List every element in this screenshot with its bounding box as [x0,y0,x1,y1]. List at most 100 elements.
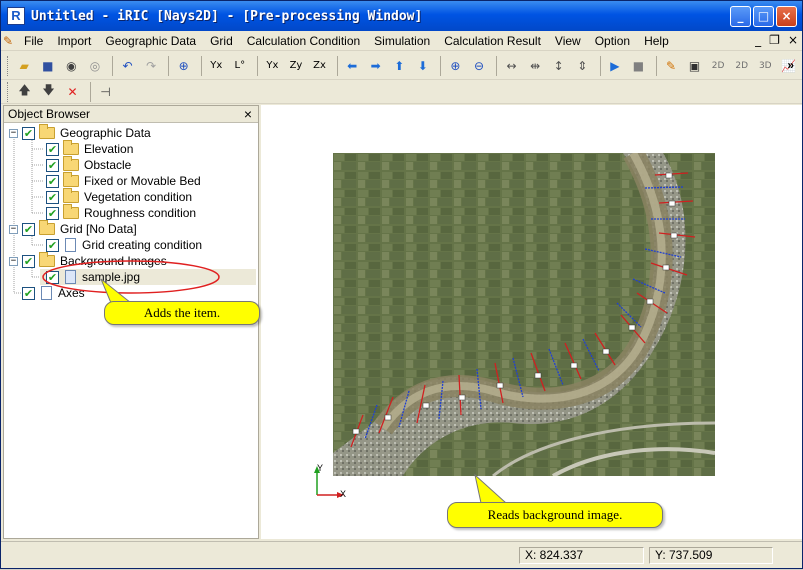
toolbar-gripper [7,81,10,102]
menu-calculation-condition[interactable]: Calculation Condition [240,34,367,48]
tree-node[interactable]: − ✔ Grid [No Data] [9,220,137,237]
preprocessor-window-icon[interactable]: ▣ [684,55,705,76]
view-2d-icon[interactable]: 2D [708,55,729,76]
tree-checkbox[interactable]: ✔ [22,254,35,268]
move-up-icon[interactable]: 🡅 [14,81,35,102]
toolbar-separator [112,55,114,76]
delete-icon[interactable]: ✕ [62,81,83,102]
expand-vertical-icon[interactable]: ↕ [548,55,569,76]
zoom-icon[interactable]: ⊕ [173,55,194,76]
flip-x-icon[interactable]: Yx [206,55,227,76]
menu-grid[interactable]: Grid [203,34,240,48]
view-zx-icon[interactable]: Zx [309,55,330,76]
tree-checkbox[interactable]: ✔ [46,174,59,188]
menu-import[interactable]: Import [50,34,98,48]
shrink-vertical-icon[interactable]: ⇕ [572,55,593,76]
view-zy-icon[interactable]: Zy [286,55,307,76]
tree-node[interactable]: − ✔ Background Images [9,252,167,269]
close-button[interactable]: × [776,6,797,27]
disc-icon[interactable]: ◎ [85,55,106,76]
y-coordinate-readout: Y: 737.509 [649,547,773,564]
main-toolbar: ▰ ■ ◉ ◎ ↶ ↷ ⊕ Yx L° Yx Zy Zx ⬅ ➡ ⬆ ⬇ ⊕ ⊖… [1,52,802,80]
tree-node-label: Geographic Data [60,126,151,140]
title-bar[interactable]: R Untitled - iRIC [Nays2D] - [Pre-proces… [1,1,802,31]
tree-node[interactable]: − ✔ Geographic Data [9,124,151,141]
toolbar-separator [200,55,202,76]
tree-checkbox[interactable]: ✔ [22,286,35,300]
tree-node[interactable]: ✔ sample.jpg [46,269,140,285]
tree-expander-icon[interactable]: − [9,256,18,266]
tree-node[interactable]: ✔ Axes [9,285,85,301]
status-bar: X: 824.337 Y: 737.509 [1,541,802,568]
tree-node[interactable]: ✔ Obstacle [46,156,132,173]
tree-node-label: Roughness condition [84,206,197,220]
menu-help[interactable]: Help [637,34,676,48]
menu-option[interactable]: Option [588,34,637,48]
run-icon[interactable]: ▶ [605,55,626,76]
axes-glyph [314,466,344,498]
mdi-close-icon[interactable]: × [788,33,798,47]
tree-node-label: Obstacle [84,158,132,172]
maximize-button[interactable]: □ [753,6,774,27]
edit-pencil-icon[interactable]: ✎ [661,55,682,76]
tree-node[interactable]: ✔ Elevation [46,140,133,157]
toolbar-overflow-icon[interactable]: » [787,58,794,72]
expand-horizontal-icon[interactable]: ↔ [501,55,522,76]
tree-node[interactable]: ✔ Roughness condition [46,204,197,221]
tree-checkbox[interactable]: ✔ [22,222,35,236]
object-browser-close-icon[interactable]: × [244,106,252,122]
menu-simulation[interactable]: Simulation [367,34,437,48]
shrink-horizontal-icon[interactable]: ⇹ [525,55,546,76]
tree-checkbox[interactable]: ✔ [46,158,59,172]
tree-node-label: Grid creating condition [82,238,203,252]
folder-icon [39,124,55,139]
tree-node[interactable]: ✔ Grid creating condition [46,237,202,253]
move-down-icon[interactable]: 🡇 [38,81,59,102]
tree-node[interactable]: ✔ Fixed or Movable Bed [46,172,201,189]
zoom-in-icon[interactable]: ⊕ [445,55,466,76]
tree-checkbox[interactable]: ✔ [46,142,59,156]
menu-view[interactable]: View [548,34,588,48]
tree-checkbox[interactable]: ✔ [22,126,35,140]
zoom-out-icon[interactable]: ⊖ [469,55,490,76]
arrow-left-icon[interactable]: ⬅ [342,55,363,76]
toolbar-separator [336,55,338,76]
arrow-down-icon[interactable]: ⬇ [413,55,434,76]
mdi-minimize-icon[interactable]: _ [755,33,761,47]
toolbar-separator [440,55,442,76]
tree-checkbox[interactable]: ✔ [46,206,59,220]
property-icon[interactable]: ⊣ [95,81,116,102]
toolbar-gripper [7,55,10,76]
tree-checkbox[interactable]: ✔ [46,270,59,284]
rotate-90-icon[interactable]: L° [230,55,251,76]
folder-icon [39,220,55,235]
menu-calculation-result[interactable]: Calculation Result [437,34,548,48]
menu-file[interactable]: File [17,34,50,48]
tree-expander-icon[interactable]: − [9,224,18,234]
main-window: R Untitled - iRIC [Nays2D] - [Pre-proces… [0,0,803,569]
view-2d-bird-icon[interactable]: 2D [731,55,752,76]
toolbar-separator [90,81,91,102]
view-yx-icon[interactable]: Yx [262,55,283,76]
stop-icon[interactable]: ■ [628,55,649,76]
arrow-up-icon[interactable]: ⬆ [389,55,410,76]
mdi-restore-icon[interactable]: ❐ [769,33,780,47]
adds-item-callout: Adds the item. [104,301,260,325]
undo-icon[interactable]: ↶ [117,55,138,76]
toolbar-separator [496,55,498,76]
menu-geographic-data[interactable]: Geographic Data [98,34,203,48]
tree-checkbox[interactable]: ✔ [46,238,59,252]
folder-icon [63,172,79,187]
camera-icon[interactable]: ◉ [61,55,82,76]
tree-node-label: Background Images [60,254,167,268]
minimize-button[interactable]: _ [730,6,751,27]
open-folder-icon[interactable]: ▰ [14,55,35,76]
view-3d-icon[interactable]: 3D [755,55,776,76]
tree-checkbox[interactable]: ✔ [46,190,59,204]
arrow-right-icon[interactable]: ➡ [365,55,386,76]
save-icon[interactable]: ■ [38,55,59,76]
tree-node[interactable]: ✔ Vegetation condition [46,188,192,205]
menu-bar: ✎ File Import Geographic Data Grid Calcu… [1,31,802,51]
redo-icon[interactable]: ↷ [141,55,162,76]
tree-expander-icon[interactable]: − [9,128,18,138]
